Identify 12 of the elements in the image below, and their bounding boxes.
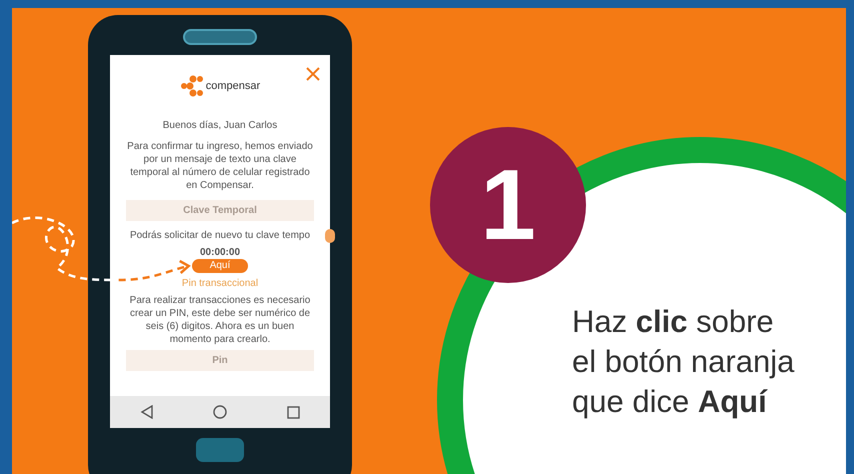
greeting-text: Buenos días, Juan Carlos <box>162 119 278 132</box>
resend-text: Podrás solicitar de nuevo tu clave tempo <box>128 229 312 242</box>
aqui-button[interactable]: Aquí <box>192 259 248 273</box>
message-text: Para confirmar tu ingreso, hemos enviado por un mensaje de texto una clave temporal al número de celular registrado en Compensar. <box>126 140 314 192</box>
logo-text: compensar <box>206 80 260 92</box>
step-caption: Haz clic sobre el botón naranja que dice Aquí <box>572 303 794 421</box>
step-number: 1 <box>430 127 586 283</box>
input-field[interactable]: Clave Temporal <box>126 200 314 221</box>
message-text: Para realizar transacciones es necesario crear un PIN, este debe ser numérico de seis (6) digitos. Ahora es un buen momento para crearlo. <box>128 294 312 346</box>
section-title: Pin transaccional <box>182 277 258 290</box>
timer-text: 00:00:00 <box>198 246 242 259</box>
input-field[interactable]: Pin <box>126 350 314 371</box>
